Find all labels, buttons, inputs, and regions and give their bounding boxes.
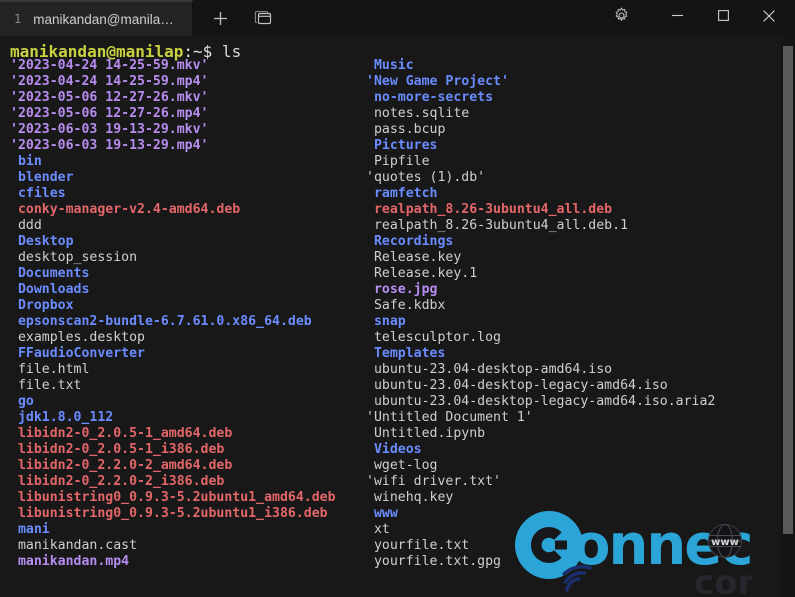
ls-entry: 'New Game Project' <box>366 74 509 89</box>
ls-column-1: '2023-04-24 14-25-59.mkv' '2023-04-24 14-… <box>10 58 366 570</box>
ls-entry: ddd <box>10 218 42 233</box>
ls-entry: epsonscan2-bundle-6.7.61.0.x86_64.deb <box>10 314 312 329</box>
ls-entry: Pictures <box>366 138 438 153</box>
ls-entry: libunistring0_0.9.3-5.2ubuntu1_i386.deb <box>10 506 328 521</box>
ls-entry: Templates <box>366 346 446 361</box>
ls-entry: pass.bcup <box>366 122 446 137</box>
ls-entry: desktop_session <box>10 250 138 265</box>
tab-index-label: 1 <box>14 12 22 26</box>
ls-entry: '2023-04-24 14-25-59.mkv' <box>10 58 209 73</box>
ls-column-2: Music 'New Game Project' no-more-secrets … <box>366 58 746 570</box>
tab-strip: 1 manikandan@manila… <box>0 0 193 36</box>
ls-entry: Release.key.1 <box>366 266 478 281</box>
scrollbar-thumb[interactable] <box>783 46 793 534</box>
ls-entry: '2023-06-03 19-13-29.mkv' <box>10 122 209 137</box>
ls-entry: Music <box>366 58 414 73</box>
new-tab-button[interactable] <box>203 3 239 33</box>
ls-entry: examples.desktop <box>10 330 145 345</box>
ls-entry: manikandan.cast <box>10 538 138 553</box>
ls-entry: libidn2-0_2.2.0-2_i386.deb <box>10 474 225 489</box>
ls-entry: Desktop <box>10 234 74 249</box>
ls-entry: go <box>10 394 34 409</box>
ls-entry: realpath_8.26-3ubuntu4_all.deb <box>366 202 613 217</box>
ls-entry: 'Untitled Document 1' <box>366 410 533 425</box>
ls-entry: ubuntu-23.04-desktop-amd64.iso <box>366 362 613 377</box>
ls-entry: Dropbox <box>10 298 74 313</box>
ls-entry: Pipfile <box>366 154 430 169</box>
ls-entry: snap <box>366 314 406 329</box>
ls-entry: Recordings <box>366 234 454 249</box>
terminal-window: 1 manikandan@manila… manikandan@manilap:… <box>0 0 795 597</box>
terminal-content: manikandan@manilap:~$ ls '2023-04-24 14-… <box>0 36 795 597</box>
ls-entry: 'quotes (1).db' <box>366 170 486 185</box>
maximize-button[interactable] <box>701 0 745 36</box>
ls-entry: no-more-secrets <box>366 90 494 105</box>
gear-icon <box>612 6 631 30</box>
new-window-icon <box>254 10 272 26</box>
plus-icon <box>212 10 229 27</box>
ls-entry: manikandan.mp4 <box>10 554 130 569</box>
ls-entry: cfiles <box>10 186 66 201</box>
ls-entry: telesculptor.log <box>366 330 501 345</box>
tab-title-label: manikandan@manila… <box>33 11 174 27</box>
ls-entry: Untitled.ipynb <box>366 426 486 441</box>
ls-entry: libunistring0_0.9.3-5.2ubuntu1_amd64.deb <box>10 490 336 505</box>
ls-entry: blender <box>10 170 74 185</box>
terminal-screen[interactable]: manikandan@manilap:~$ ls '2023-04-24 14-… <box>0 36 795 597</box>
ls-entry: libidn2-0_2.0.5-1_i386.deb <box>10 442 225 457</box>
ls-entry: www <box>366 506 398 521</box>
ls-entry: ramfetch <box>366 186 438 201</box>
ls-entry: file.txt <box>10 378 82 393</box>
tab-terminal-1[interactable]: 1 manikandan@manila… <box>0 0 193 36</box>
ls-entry: winehq.key <box>366 490 454 505</box>
ls-entry: ubuntu-23.04-desktop-legacy-amd64.iso <box>366 378 668 393</box>
ls-entry: '2023-04-24 14-25-59.mp4' <box>10 74 209 89</box>
minimize-button[interactable] <box>655 0 699 36</box>
window-controls <box>655 0 795 36</box>
ls-entry: mani <box>10 522 50 537</box>
ls-entry: jdk1.8.0_112 <box>10 410 114 425</box>
ls-entry: yourfile.txt.gpg <box>366 554 501 569</box>
ls-entry: Documents <box>10 266 90 281</box>
ls-entry: 'wifi driver.txt' <box>366 474 501 489</box>
ls-entry: conky-manager-v2.4-amd64.deb <box>10 202 241 217</box>
title-bar: 1 manikandan@manila… <box>0 0 795 36</box>
settings-button[interactable] <box>601 0 641 36</box>
ls-entry: '2023-06-03 19-13-29.mp4' <box>10 138 209 153</box>
ls-entry: Videos <box>366 442 422 457</box>
split-window-button[interactable] <box>245 3 281 33</box>
ls-entry: FFaudioConverter <box>10 346 145 361</box>
ls-entry: Release.key <box>366 250 462 265</box>
ls-entry: libidn2-0_2.0.5-1_amd64.deb <box>10 426 233 441</box>
prompt-line: manikandan@manilap:~$ ls <box>10 42 795 61</box>
tab-bar-actions <box>193 0 281 36</box>
ls-entry: Safe.kdbx <box>366 298 446 313</box>
ls-entry: ubuntu-23.04-desktop-legacy-amd64.iso.ar… <box>366 394 716 409</box>
ls-entry: libidn2-0_2.2.0-2_amd64.deb <box>10 458 233 473</box>
ls-entry: notes.sqlite <box>366 106 470 121</box>
ls-entry: file.html <box>10 362 90 377</box>
ls-entry: rose.jpg <box>366 282 438 297</box>
ls-entry: bin <box>10 154 42 169</box>
ls-entry: '2023-05-06 12-27-26.mp4' <box>10 106 209 121</box>
close-button[interactable] <box>747 0 791 36</box>
ls-output-grid: '2023-04-24 14-25-59.mkv' '2023-04-24 14-… <box>10 58 795 570</box>
maximize-icon <box>717 9 730 27</box>
minimize-icon <box>671 9 684 27</box>
terminal-scrollbar[interactable] <box>781 36 795 597</box>
ls-entry: xt <box>366 522 390 537</box>
ls-entry: wget-log <box>366 458 438 473</box>
ls-entry: realpath_8.26-3ubuntu4_all.deb.1 <box>366 218 629 233</box>
ls-entry: '2023-05-06 12-27-26.mkv' <box>10 90 209 105</box>
ls-entry: yourfile.txt <box>366 538 470 553</box>
close-icon <box>762 9 776 28</box>
ls-entry: Downloads <box>10 282 90 297</box>
titlebar-spacer <box>281 0 601 36</box>
